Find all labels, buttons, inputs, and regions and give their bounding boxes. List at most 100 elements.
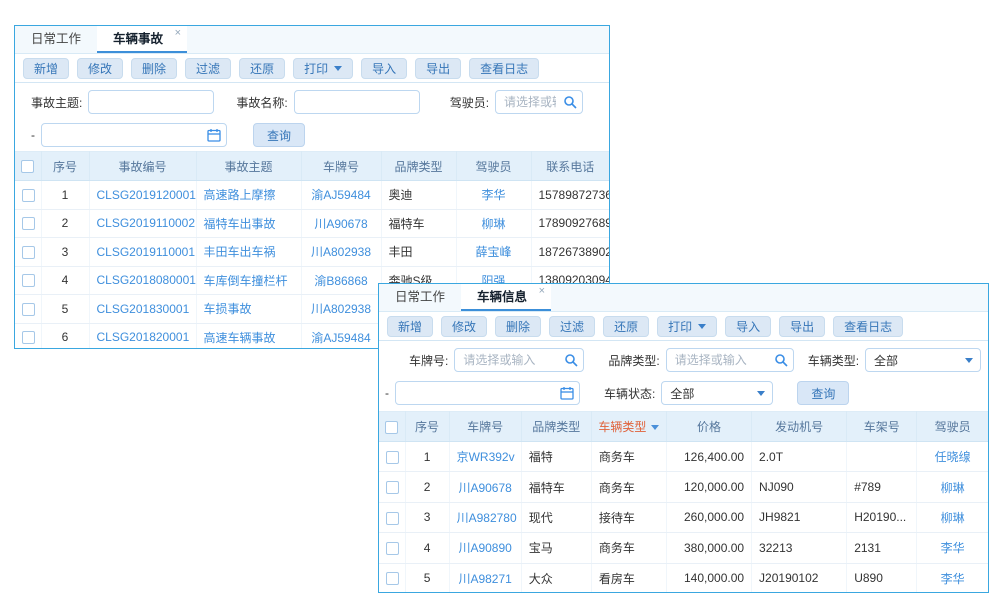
cell-accident-no[interactable]: CLSG201820001: [89, 323, 196, 349]
toolbar-button-add[interactable]: 新增: [387, 316, 433, 337]
toolbar-button-export[interactable]: 导出: [415, 58, 461, 79]
tab-vehicle-accident[interactable]: 车辆事故 ×: [97, 26, 187, 53]
cell-plate-no[interactable]: 渝AJ59484: [301, 323, 381, 349]
row-checkbox[interactable]: [22, 189, 35, 202]
cell-driver[interactable]: 李华: [917, 533, 988, 563]
select-all-checkbox[interactable]: [385, 421, 398, 434]
column-header-brand-type[interactable]: 品牌类型: [521, 412, 591, 442]
cell-driver[interactable]: 李华: [456, 181, 531, 210]
cell-plate-no[interactable]: 川A802938: [301, 295, 381, 324]
column-header-phone[interactable]: 联系电话: [531, 152, 609, 181]
column-header-accident-no[interactable]: 事故编号: [89, 152, 196, 181]
cell-plate-no[interactable]: 渝B86868: [301, 266, 381, 295]
cell-accident-subject[interactable]: 福特车出事故: [196, 209, 301, 238]
cell-driver[interactable]: 柳琳: [917, 472, 988, 502]
accident-subject-input[interactable]: [88, 90, 214, 114]
vehicle-status-select[interactable]: 全部: [661, 381, 773, 405]
filter-arrow-icon[interactable]: [651, 425, 659, 430]
column-header-engine-no[interactable]: 发动机号: [752, 412, 847, 442]
column-header-plate-no[interactable]: 车牌号: [449, 412, 521, 442]
cell-driver[interactable]: 李华: [917, 563, 988, 593]
cell-driver[interactable]: 薛宝峰: [456, 238, 531, 267]
cell-driver[interactable]: 柳琳: [917, 502, 988, 532]
cell-accident-no[interactable]: CLSG2018080001: [89, 266, 196, 295]
cell-accident-no[interactable]: CLSG2019110002: [89, 209, 196, 238]
column-header-frame-no[interactable]: 车架号: [847, 412, 917, 442]
toolbar-button-edit[interactable]: 修改: [77, 58, 123, 79]
cell-plate-no[interactable]: 川A802938: [301, 238, 381, 267]
toolbar-button-label: 打印: [304, 60, 328, 77]
cell-accident-subject[interactable]: 车损事故: [196, 295, 301, 324]
toolbar-button-import[interactable]: 导入: [725, 316, 771, 337]
column-header-no[interactable]: 序号: [405, 412, 449, 442]
row-checkbox[interactable]: [386, 451, 399, 464]
tab-close-icon[interactable]: ×: [175, 27, 181, 39]
cell-accident-subject[interactable]: 丰田车出车祸: [196, 238, 301, 267]
column-header-driver[interactable]: 驾驶员: [917, 412, 988, 442]
cell-plate-no[interactable]: 京WR392v: [449, 442, 521, 472]
search-icon[interactable]: [564, 353, 578, 367]
cell-vehicle-type: 商务车: [591, 442, 666, 472]
vehicle-type-select[interactable]: 全部: [865, 348, 981, 372]
row-checkbox[interactable]: [22, 274, 35, 287]
toolbar-button-edit[interactable]: 修改: [441, 316, 487, 337]
toolbar-button-view-log[interactable]: 查看日志: [469, 58, 539, 79]
tab-daily-work[interactable]: 日常工作: [15, 26, 97, 53]
toolbar-button-filter[interactable]: 过滤: [185, 58, 231, 79]
column-header-accident-subject[interactable]: 事故主题: [196, 152, 301, 181]
cell-accident-subject[interactable]: 车库倒车撞栏杆: [196, 266, 301, 295]
column-header-driver[interactable]: 驾驶员: [456, 152, 531, 181]
search-icon[interactable]: [774, 353, 788, 367]
row-checkbox[interactable]: [386, 481, 399, 494]
search-icon[interactable]: [563, 95, 577, 109]
row-checkbox[interactable]: [386, 572, 399, 585]
toolbar-button-restore[interactable]: 还原: [239, 58, 285, 79]
toolbar-button-import[interactable]: 导入: [361, 58, 407, 79]
select-all-checkbox[interactable]: [21, 160, 34, 173]
toolbar-button-filter[interactable]: 过滤: [549, 316, 595, 337]
column-header-brand-type[interactable]: 品牌类型: [381, 152, 456, 181]
date-input[interactable]: [395, 381, 580, 405]
column-header-plate-no[interactable]: 车牌号: [301, 152, 381, 181]
cell-plate-no[interactable]: 川A982780: [449, 502, 521, 532]
cell-accident-no[interactable]: CLSG201830001: [89, 295, 196, 324]
toolbar-button-restore[interactable]: 还原: [603, 316, 649, 337]
column-header-vehicle-type[interactable]: 车辆类型: [591, 412, 666, 442]
toolbar-button-delete[interactable]: 删除: [495, 316, 541, 337]
tab-close-icon[interactable]: ×: [539, 285, 545, 297]
cell-accident-no[interactable]: CLSG2019110001: [89, 238, 196, 267]
tab-vehicle-info[interactable]: 车辆信息 ×: [461, 284, 551, 311]
row-checkbox[interactable]: [386, 542, 399, 555]
row-checkbox[interactable]: [22, 246, 35, 259]
calendar-icon[interactable]: [560, 386, 574, 400]
toolbar-button-export[interactable]: 导出: [779, 316, 825, 337]
toolbar-button-delete[interactable]: 删除: [131, 58, 177, 79]
row-checkbox[interactable]: [22, 331, 35, 344]
cell-driver[interactable]: 任晓缐: [917, 442, 988, 472]
query-button[interactable]: 查询: [797, 381, 849, 405]
accident-name-input[interactable]: [294, 90, 420, 114]
toolbar-button-view-log[interactable]: 查看日志: [833, 316, 903, 337]
cell-driver[interactable]: 柳琳: [456, 209, 531, 238]
column-header-no[interactable]: 序号: [41, 152, 89, 181]
tab-daily-work[interactable]: 日常工作: [379, 284, 461, 311]
toolbar-button-add[interactable]: 新增: [23, 58, 69, 79]
cell-plate-no[interactable]: 川A90890: [449, 533, 521, 563]
toolbar-button-print[interactable]: 打印: [657, 316, 717, 337]
calendar-icon[interactable]: [207, 128, 221, 142]
vehicle-type-label: 车辆类型:: [808, 352, 859, 369]
date-input[interactable]: [41, 123, 227, 147]
column-header-price[interactable]: 价格: [666, 412, 751, 442]
cell-accident-no[interactable]: CLSG2019120001: [89, 181, 196, 210]
cell-plate-no[interactable]: 川A98271: [449, 563, 521, 593]
cell-plate-no[interactable]: 川A90678: [301, 209, 381, 238]
cell-plate-no[interactable]: 川A90678: [449, 472, 521, 502]
row-checkbox[interactable]: [386, 512, 399, 525]
cell-accident-subject[interactable]: 高速车辆事故: [196, 323, 301, 349]
query-button[interactable]: 查询: [253, 123, 305, 147]
cell-accident-subject[interactable]: 高速路上摩擦: [196, 181, 301, 210]
row-checkbox[interactable]: [22, 303, 35, 316]
toolbar-button-print[interactable]: 打印: [293, 58, 353, 79]
row-checkbox[interactable]: [22, 217, 35, 230]
cell-plate-no[interactable]: 渝AJ59484: [301, 181, 381, 210]
